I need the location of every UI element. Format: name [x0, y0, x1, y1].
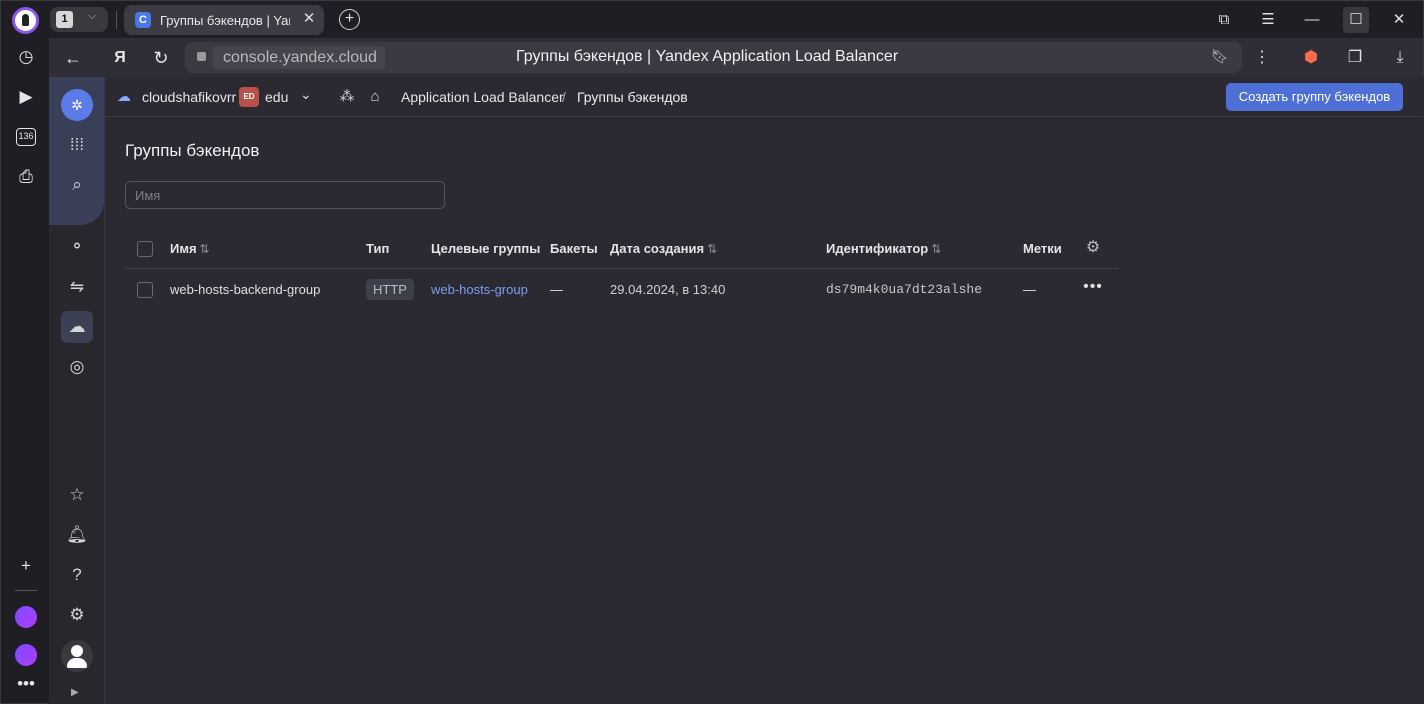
tab-title: Группы бэкендов | Yandex Application Loa… — [160, 13, 290, 28]
type-badge: HTTP — [366, 279, 414, 300]
home-icon[interactable]: ⌂ — [365, 87, 385, 107]
address-bar-row: ← Я ↻ console.yandex.cloud Группы бэкенд… — [49, 38, 1424, 77]
resource-graph-icon[interactable]: ⁂ — [337, 87, 357, 107]
expand-nav-icon[interactable]: ▶ — [71, 687, 79, 698]
close-tab-icon[interactable]: ✕ — [300, 10, 318, 28]
row-checkbox[interactable] — [137, 282, 153, 298]
protect-extension-icon[interactable]: ⬢ — [1300, 47, 1322, 69]
address-domain: console.yandex.cloud — [223, 49, 377, 66]
maximize-icon[interactable]: ☐ — [1343, 7, 1369, 33]
lock-icon — [197, 52, 206, 61]
cloud-icon: ☁ — [117, 88, 131, 104]
settings-icon[interactable]: ⚙ — [61, 599, 93, 631]
table-settings-gear-icon[interactable]: ⚙ — [1084, 239, 1102, 257]
new-tab-button[interactable]: + — [339, 9, 360, 30]
favorites-icon[interactable]: ☆ — [61, 479, 93, 511]
chevron-down-icon: ⌵ — [88, 10, 97, 22]
sort-icon: ⇅ — [199, 242, 210, 256]
side-panel-divider — [15, 590, 37, 591]
add-icon[interactable]: + — [14, 554, 38, 578]
cell-buckets: — — [550, 282, 563, 297]
yandex-cloud-logo-icon[interactable]: ✲ — [61, 89, 93, 121]
cloud-name[interactable]: cloudshafikovrr — [142, 89, 236, 105]
create-backend-group-button[interactable]: Создать группу бэкендов — [1226, 83, 1403, 111]
play-icon[interactable]: ▶ — [14, 85, 38, 109]
column-id[interactable]: Идентификатор ⇅ — [826, 241, 941, 256]
tab-collections-icon[interactable]: ⧉ — [1211, 7, 1237, 33]
breadcrumb-current: Группы бэкендов — [577, 89, 688, 105]
sort-icon: ⇅ — [707, 242, 718, 256]
console-navigation: ✲ ⁞⁞⁞ ⌕ ⚬ ⇋ ☁ ◎ ☆ 🔔︎ ? ⚙ ▶ — [49, 77, 105, 704]
column-target-groups: Целевые группы — [431, 241, 541, 256]
chevron-down-icon[interactable]: ⌄ — [300, 86, 312, 103]
backend-group-icon[interactable]: ☁ — [61, 311, 93, 343]
browser-side-panel: ◷ ▶ 136 ⎙ + ••• — [0, 38, 49, 704]
backend-groups-table: Имя ⇅ Тип Целевые группы Бакеты Дата созд… — [125, 229, 1119, 310]
breadcrumb-separator: / — [562, 89, 566, 105]
alice-icon[interactable] — [15, 644, 37, 666]
more-vertical-icon[interactable]: ⋮ — [1251, 47, 1273, 69]
sort-icon: ⇅ — [931, 242, 942, 256]
column-type: Тип — [366, 241, 390, 256]
bookmark-icon[interactable]: 🔖︎ — [1211, 48, 1229, 65]
notifications-icon[interactable]: 🔔︎ — [61, 519, 93, 551]
column-labels: Метки — [1023, 241, 1062, 256]
menu-icon[interactable]: ☰ — [1255, 7, 1281, 33]
target-group-icon[interactable]: ◎ — [61, 351, 93, 383]
reader-icon[interactable]: ❐ — [1344, 47, 1366, 69]
cell-id: ds79m4k0ua7dt23alshe — [826, 282, 983, 297]
table-header: Имя ⇅ Тип Целевые группы Бакеты Дата созд… — [125, 229, 1119, 269]
row-actions-icon[interactable]: ••• — [1083, 279, 1103, 299]
address-page-title: Группы бэкендов | Yandex Application Loa… — [516, 48, 899, 65]
search-icon[interactable]: ⌕ — [61, 169, 93, 201]
profile-avatar-icon[interactable] — [12, 7, 39, 34]
browser-tab-strip: 1 ⌵ C Группы бэкендов | Yandex Applicati… — [0, 0, 1424, 38]
console-header: ☁ cloudshafikovrr ED edu ⌄ ⁂ ⌂ Applicati… — [105, 77, 1423, 117]
breadcrumb-service[interactable]: Application Load Balancer — [401, 89, 564, 105]
http-router-icon[interactable]: ⇋ — [61, 271, 93, 303]
reload-icon[interactable]: ↻ — [149, 46, 173, 70]
services-grid-icon[interactable]: ⁞⁞⁞ — [61, 129, 93, 161]
column-created[interactable]: Дата создания ⇅ — [610, 241, 717, 256]
table-row[interactable]: web-hosts-backend-group HTTP web-hosts-g… — [125, 269, 1119, 310]
folder-badge: ED — [239, 87, 259, 107]
cell-name[interactable]: web-hosts-backend-group — [170, 282, 320, 297]
download-icon[interactable]: ⤓ — [1389, 47, 1411, 69]
column-name[interactable]: Имя ⇅ — [170, 241, 210, 256]
select-all-checkbox[interactable] — [137, 241, 153, 257]
load-balancer-icon[interactable]: ⚬ — [61, 231, 93, 263]
folder-name[interactable]: edu — [265, 89, 288, 105]
yandex-cloud-favicon-icon: C — [135, 12, 151, 28]
name-filter-input[interactable] — [125, 181, 445, 209]
column-buckets: Бакеты — [550, 241, 598, 256]
main-content: Группы бэкендов Имя⇅ Тип Целевые группы … — [105, 117, 1423, 703]
screenshot-icon[interactable]: ⎙ — [14, 165, 38, 189]
target-group-link[interactable]: web-hosts-group — [431, 282, 528, 297]
tab-count: 1 — [56, 11, 73, 28]
avatar[interactable] — [61, 640, 93, 672]
app-icon[interactable] — [15, 606, 37, 628]
tab-counter-button[interactable]: 1 ⌵ — [50, 7, 108, 32]
tab-divider — [116, 11, 117, 29]
omnibox[interactable]: console.yandex.cloud Группы бэкендов | Y… — [185, 42, 1242, 73]
cell-created: 29.04.2024, в 13:40 — [610, 282, 726, 297]
minimize-icon[interactable]: — — [1299, 7, 1325, 33]
help-icon[interactable]: ? — [61, 559, 93, 591]
browser-tab-active[interactable]: C Группы бэкендов | Yandex Application L… — [124, 5, 324, 35]
history-icon[interactable]: ◷ — [14, 45, 38, 69]
back-icon[interactable]: ← — [61, 46, 85, 70]
counter-icon[interactable]: 136 — [16, 128, 36, 146]
close-window-icon[interactable]: ✕ — [1386, 7, 1412, 33]
yandex-icon[interactable]: Я — [108, 46, 132, 70]
cell-labels: — — [1023, 282, 1036, 297]
page-title: Группы бэкендов — [125, 141, 260, 160]
more-icon[interactable]: ••• — [14, 672, 38, 696]
